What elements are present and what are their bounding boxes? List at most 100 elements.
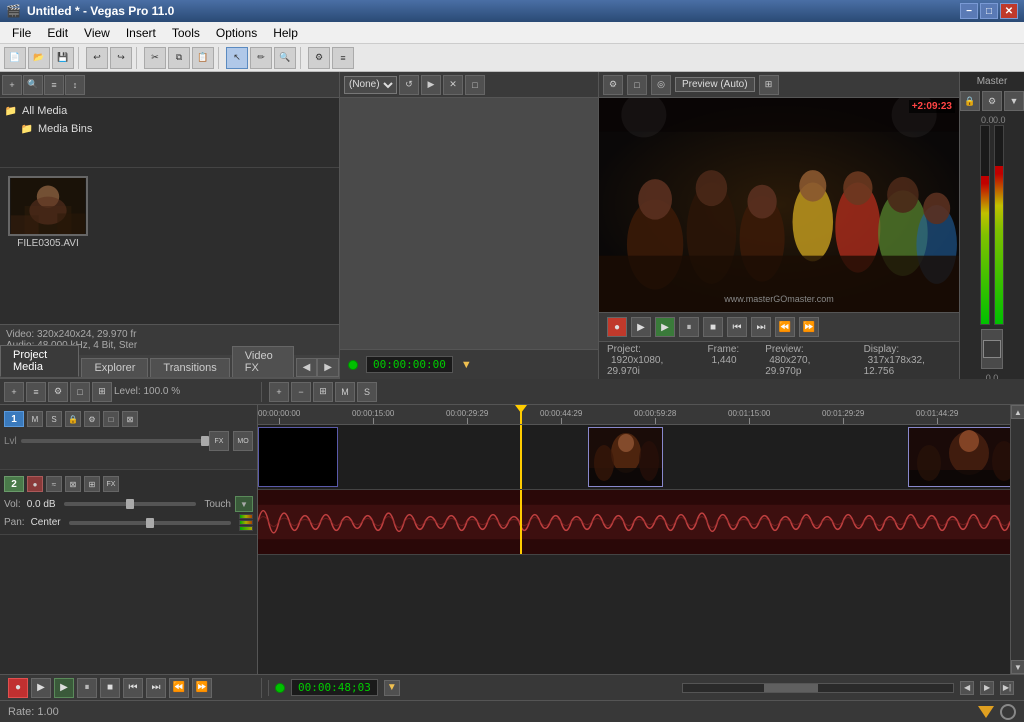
- close-button[interactable]: ✕: [1000, 3, 1018, 19]
- video-solo-btn[interactable]: S: [46, 411, 62, 427]
- play-record-btn[interactable]: ●: [8, 678, 28, 698]
- preview-record-btn[interactable]: ●: [607, 317, 627, 337]
- preview-next-btn[interactable]: ⏭: [751, 317, 771, 337]
- menu-tools[interactable]: Tools: [164, 24, 208, 42]
- tab-project-media[interactable]: Project Media: [0, 345, 79, 377]
- tab-scroll-right[interactable]: ▶: [317, 358, 339, 377]
- mute-all-btn[interactable]: M: [335, 382, 355, 402]
- menu-insert[interactable]: Insert: [118, 24, 164, 42]
- video-lock-btn[interactable]: 🔒: [65, 411, 81, 427]
- center-btn-2[interactable]: ▶: [421, 75, 441, 95]
- tab-video-fx[interactable]: Video FX: [232, 346, 294, 377]
- video-collapse-btn[interactable]: □: [103, 411, 119, 427]
- menu-view[interactable]: View: [76, 24, 118, 42]
- preview-btn-1[interactable]: ⚙: [603, 75, 623, 95]
- preview-grid-btn[interactable]: ⊞: [759, 75, 779, 95]
- track-btn-3[interactable]: ⚙: [48, 382, 68, 402]
- pause-btn[interactable]: ⏸: [77, 678, 97, 698]
- tree-item-all-media[interactable]: 📁 All Media: [4, 102, 335, 120]
- tab-explorer[interactable]: Explorer: [81, 358, 148, 377]
- preview-rewind-btn[interactable]: ⏪: [775, 317, 795, 337]
- preview-btn-2[interactable]: □: [627, 75, 647, 95]
- search-button[interactable]: 🔍: [23, 75, 43, 95]
- video-mute-btn[interactable]: M: [27, 411, 43, 427]
- meter-btn-3[interactable]: ▼: [1004, 91, 1024, 111]
- audio-pan-thumb[interactable]: [146, 518, 154, 528]
- video-clip-1[interactable]: [588, 427, 663, 487]
- preview-mode-btn[interactable]: ◎: [651, 75, 671, 95]
- save-button[interactable]: 💾: [52, 47, 74, 69]
- redo-button[interactable]: ↪: [110, 47, 132, 69]
- stop-btn[interactable]: ■: [100, 678, 120, 698]
- hscroll-right-btn[interactable]: ▶: [980, 681, 994, 695]
- video-composite-btn[interactable]: ⊠: [122, 411, 138, 427]
- preview-mode-dropdown[interactable]: Preview (Auto): [675, 77, 755, 92]
- scroll-down-btn[interactable]: ▼: [1011, 660, 1024, 674]
- edit-tool[interactable]: ✏: [250, 47, 272, 69]
- undo-button[interactable]: ↩: [86, 47, 108, 69]
- audio-env-btn[interactable]: ⊞: [84, 476, 100, 492]
- zoom-in-btn[interactable]: +: [269, 382, 289, 402]
- track-btn-4[interactable]: □: [70, 382, 90, 402]
- menu-options[interactable]: Options: [208, 24, 265, 42]
- video-clip-2[interactable]: [908, 427, 1010, 487]
- paste-button[interactable]: 📋: [192, 47, 214, 69]
- solo-all-btn[interactable]: S: [357, 382, 377, 402]
- preview-pause-btn[interactable]: ⏸: [679, 317, 699, 337]
- properties-button[interactable]: ≡: [332, 47, 354, 69]
- prev-btn[interactable]: ⏮: [123, 678, 143, 698]
- add-track-btn[interactable]: +: [4, 382, 24, 402]
- warning-triangle[interactable]: [978, 706, 994, 718]
- audio-pan-fader[interactable]: [69, 521, 231, 525]
- audio-vol-fader[interactable]: [64, 502, 197, 506]
- none-dropdown[interactable]: (None): [344, 76, 397, 94]
- center-btn-3[interactable]: ✕: [443, 75, 463, 95]
- zoom-out-btn[interactable]: −: [291, 382, 311, 402]
- hscroll-left-btn[interactable]: ◀: [960, 681, 974, 695]
- audio-mute-btn[interactable]: ●: [27, 476, 43, 492]
- video-motion-btn[interactable]: MO: [233, 431, 253, 451]
- hscroll-thumb[interactable]: [764, 684, 818, 692]
- track-btn-2[interactable]: ≡: [26, 382, 46, 402]
- play-btn[interactable]: ▶: [31, 678, 51, 698]
- import-button[interactable]: +: [2, 75, 22, 95]
- center-btn-4[interactable]: □: [465, 75, 485, 95]
- audio-track-lane[interactable]: /* Generated in init script */: [258, 490, 1010, 555]
- rw-btn[interactable]: ⏪: [169, 678, 189, 698]
- preview-play-loop-btn[interactable]: ▶: [655, 317, 675, 337]
- status-btn[interactable]: [1000, 704, 1016, 720]
- zoom-tool[interactable]: 🔍: [274, 47, 296, 69]
- tab-scroll-left[interactable]: ◀: [296, 358, 318, 377]
- select-tool[interactable]: ↖: [226, 47, 248, 69]
- minimize-button[interactable]: −: [960, 3, 978, 19]
- preview-ff-btn[interactable]: ⏩: [799, 317, 819, 337]
- scroll-track-v[interactable]: [1011, 419, 1024, 660]
- audio-vol-thumb[interactable]: [126, 499, 134, 509]
- audio-lock-btn[interactable]: ⊠: [65, 476, 81, 492]
- preview-prev-btn[interactable]: ⏮: [727, 317, 747, 337]
- video-level-fader[interactable]: [21, 439, 205, 443]
- center-btn-1[interactable]: ↺: [399, 75, 419, 95]
- menu-edit[interactable]: Edit: [39, 24, 76, 42]
- touch-dropdown[interactable]: ▼: [235, 496, 253, 512]
- maximize-button[interactable]: □: [980, 3, 998, 19]
- video-expand-btn[interactable]: ⚙: [84, 411, 100, 427]
- video-fader-thumb[interactable]: [201, 436, 209, 446]
- scroll-up-btn[interactable]: ▲: [1011, 405, 1024, 419]
- channel-fader[interactable]: [981, 329, 1003, 369]
- tab-transitions[interactable]: Transitions: [150, 358, 229, 377]
- new-button[interactable]: 📄: [4, 47, 26, 69]
- next-btn[interactable]: ⏭: [146, 678, 166, 698]
- copy-button[interactable]: ⧉: [168, 47, 190, 69]
- media-thumbnail[interactable]: FILE0305.AVI: [8, 176, 88, 249]
- track-btn-5[interactable]: ⊞: [92, 382, 112, 402]
- preview-play-btn[interactable]: ▶: [631, 317, 651, 337]
- play-sel-btn[interactable]: ▶: [54, 678, 74, 698]
- hscroll-end-btn[interactable]: ▶|: [1000, 681, 1014, 695]
- view-button[interactable]: ≡: [44, 75, 64, 95]
- video-event-fx-btn[interactable]: FX: [209, 431, 229, 451]
- timeline-hscrollbar[interactable]: [682, 683, 954, 693]
- zoom-fit-btn[interactable]: ⊞: [313, 382, 333, 402]
- video-clip-black[interactable]: [258, 427, 338, 487]
- menu-help[interactable]: Help: [265, 24, 306, 42]
